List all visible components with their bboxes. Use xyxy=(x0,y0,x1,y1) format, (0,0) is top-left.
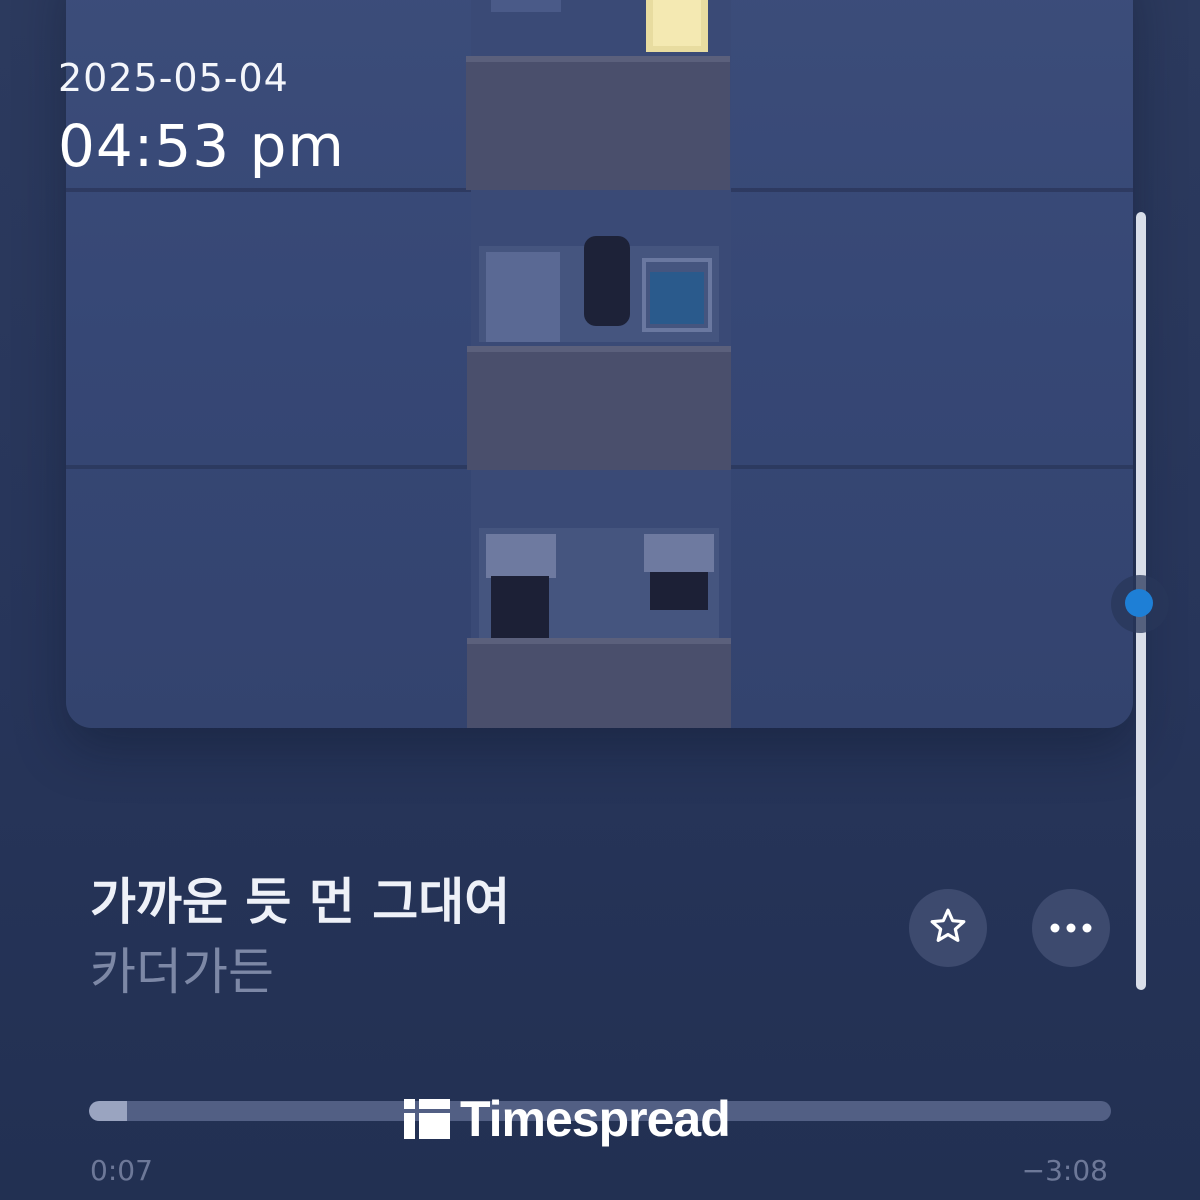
remaining-time: −3:08 xyxy=(1021,1154,1108,1187)
scrollbar-thumb[interactable] xyxy=(1125,589,1153,617)
star-outline-icon xyxy=(928,906,968,950)
status-date: 2025-05-04 xyxy=(58,56,289,100)
favorite-button[interactable] xyxy=(909,889,987,967)
elapsed-time: 0:07 xyxy=(90,1154,153,1187)
song-title: 가까운 듯 먼 그대여 xyxy=(90,873,511,931)
album-artwork xyxy=(66,0,1133,728)
more-options-button[interactable] xyxy=(1032,889,1110,967)
timespread-logo-icon xyxy=(404,1095,450,1143)
song-artist[interactable]: 카더가든 xyxy=(90,932,274,1004)
status-time: 04:53 pm xyxy=(58,112,345,180)
ellipsis-icon xyxy=(1049,919,1093,938)
playback-progress-fill xyxy=(89,1101,127,1121)
brand-name: Timespread xyxy=(460,1091,731,1147)
brand-watermark: Timespread xyxy=(404,1091,731,1147)
